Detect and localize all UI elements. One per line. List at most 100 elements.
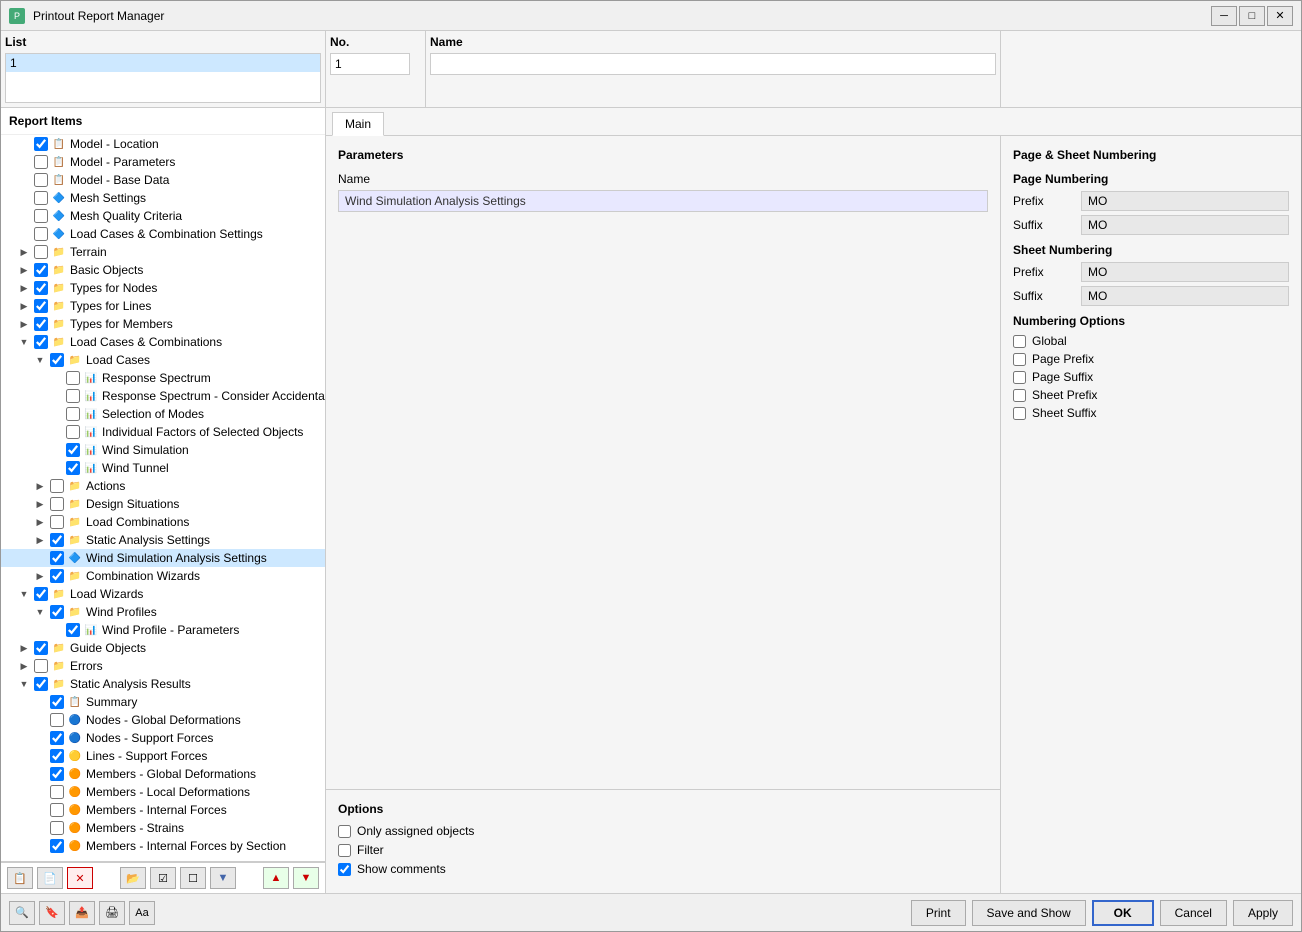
tree-item-terrain[interactable]: ▶ 📁 Terrain — [1, 243, 325, 261]
tree-item-wind-tunnel[interactable]: 📊 Wind Tunnel — [1, 459, 325, 477]
tree-item-types-lines[interactable]: ▶ 📁 Types for Lines — [1, 297, 325, 315]
tree-item-basic-objects[interactable]: ▶ 📁 Basic Objects — [1, 261, 325, 279]
tree-item-load-wizards[interactable]: ▼ 📁 Load Wizards — [1, 585, 325, 603]
cb-response-spectrum[interactable] — [66, 371, 80, 385]
close-button[interactable]: ✕ — [1267, 6, 1293, 26]
cb-members-global-def[interactable] — [50, 767, 64, 781]
tree-item-mesh-quality[interactable]: 🔷 Mesh Quality Criteria — [1, 207, 325, 225]
maximize-button[interactable]: □ — [1239, 6, 1265, 26]
tree-container[interactable]: 📋 Model - Location 📋 Model - Parameters — [1, 135, 325, 862]
cb-selection-modes[interactable] — [66, 407, 80, 421]
tree-item-members-internal-forces[interactable]: 🟠 Members - Internal Forces — [1, 801, 325, 819]
cb-guide-objects[interactable] — [34, 641, 48, 655]
expander-actions[interactable]: ▶ — [33, 479, 47, 493]
cb-filter[interactable] — [338, 844, 351, 857]
cb-load-wizards[interactable] — [34, 587, 48, 601]
tree-item-types-members[interactable]: ▶ 📁 Types for Members — [1, 315, 325, 333]
cb-mesh-settings[interactable] — [34, 191, 48, 205]
tree-item-rs-accidental[interactable]: 📊 Response Spectrum - Consider Accidenta… — [1, 387, 325, 405]
tree-item-load-combinations[interactable]: ▶ 📁 Load Combinations — [1, 513, 325, 531]
cb-errors[interactable] — [34, 659, 48, 673]
tree-item-actions[interactable]: ▶ 📁 Actions — [1, 477, 325, 495]
expander-load-wizards[interactable]: ▼ — [17, 587, 31, 601]
save-and-show-button[interactable]: Save and Show — [972, 900, 1086, 926]
cb-load-cases[interactable] — [50, 353, 64, 367]
cb-wind-tunnel[interactable] — [66, 461, 80, 475]
cb-model-base-data[interactable] — [34, 173, 48, 187]
tree-item-errors[interactable]: ▶ 📁 Errors — [1, 657, 325, 675]
filter-button[interactable]: ▼ — [210, 867, 236, 889]
expander-types-lines[interactable]: ▶ — [17, 299, 31, 313]
print-settings-button[interactable]: 🖨 — [99, 901, 125, 925]
ok-button[interactable]: OK — [1092, 900, 1154, 926]
tree-item-guide-objects[interactable]: ▶ 📁 Guide Objects — [1, 639, 325, 657]
expander-basic-objects[interactable]: ▶ — [17, 263, 31, 277]
cb-wind-simulation-analysis[interactable] — [50, 551, 64, 565]
expander-wind-profiles[interactable]: ▼ — [33, 605, 47, 619]
expander-types-nodes[interactable]: ▶ — [17, 281, 31, 295]
cb-summary[interactable] — [50, 695, 64, 709]
check-all-button[interactable]: ☑ — [150, 867, 176, 889]
cb-types-nodes[interactable] — [34, 281, 48, 295]
tree-item-nodes-global-def[interactable]: 🔵 Nodes - Global Deformations — [1, 711, 325, 729]
cb-individual-factors[interactable] — [66, 425, 80, 439]
cb-show-comments[interactable] — [338, 863, 351, 876]
expander-combination-wizards[interactable]: ▶ — [33, 569, 47, 583]
cb-members-internal-by-section[interactable] — [50, 839, 64, 853]
expander-load-combinations[interactable]: ▶ — [33, 515, 47, 529]
tree-item-model-location[interactable]: 📋 Model - Location — [1, 135, 325, 153]
tree-item-load-cases[interactable]: ▼ 📁 Load Cases — [1, 351, 325, 369]
cb-model-location[interactable] — [34, 137, 48, 151]
tree-item-static-analysis-results[interactable]: ▼ 📁 Static Analysis Results — [1, 675, 325, 693]
cb-model-parameters[interactable] — [34, 155, 48, 169]
tree-item-design-situations[interactable]: ▶ 📁 Design Situations — [1, 495, 325, 513]
expander-static-analysis-results[interactable]: ▼ — [17, 677, 31, 691]
tree-item-members-local-def[interactable]: 🟠 Members - Local Deformations — [1, 783, 325, 801]
tree-item-types-nodes[interactable]: ▶ 📁 Types for Nodes — [1, 279, 325, 297]
number-input[interactable] — [330, 53, 410, 75]
cb-members-strains[interactable] — [50, 821, 64, 835]
cb-num-sheet-suffix[interactable] — [1013, 407, 1026, 420]
expand-all-button[interactable]: 📂 — [120, 867, 146, 889]
tree-item-selection-modes[interactable]: 📊 Selection of Modes — [1, 405, 325, 423]
name-input[interactable] — [430, 53, 996, 75]
tree-item-response-spectrum[interactable]: 📊 Response Spectrum — [1, 369, 325, 387]
cb-lines-support-forces[interactable] — [50, 749, 64, 763]
tree-item-summary[interactable]: 📋 Summary — [1, 693, 325, 711]
tree-item-members-strains[interactable]: 🟠 Members - Strains — [1, 819, 325, 837]
tree-item-nodes-support-forces[interactable]: 🔵 Nodes - Support Forces — [1, 729, 325, 747]
tree-item-lc-combo-settings[interactable]: 🔷 Load Cases & Combination Settings — [1, 225, 325, 243]
cb-design-situations[interactable] — [50, 497, 64, 511]
tab-main[interactable]: Main — [332, 112, 384, 136]
cb-num-page-prefix[interactable] — [1013, 353, 1026, 366]
cb-members-local-def[interactable] — [50, 785, 64, 799]
cancel-button[interactable]: Cancel — [1160, 900, 1227, 926]
cb-nodes-global-def[interactable] — [50, 713, 64, 727]
apply-button[interactable]: Apply — [1233, 900, 1293, 926]
move-down-button[interactable]: ▼ — [293, 867, 319, 889]
cb-types-members[interactable] — [34, 317, 48, 331]
expander-load-cases[interactable]: ▼ — [33, 353, 47, 367]
cb-load-combinations[interactable] — [50, 515, 64, 529]
expander-design-situations[interactable]: ▶ — [33, 497, 47, 511]
minimize-button[interactable]: ─ — [1211, 6, 1237, 26]
open-button[interactable]: 🔍 — [9, 901, 35, 925]
expander-terrain[interactable]: ▶ — [17, 245, 31, 259]
tree-item-wind-profiles[interactable]: ▼ 📁 Wind Profiles — [1, 603, 325, 621]
cb-mesh-quality[interactable] — [34, 209, 48, 223]
cb-num-page-suffix[interactable] — [1013, 371, 1026, 384]
list-item[interactable]: 1 — [6, 54, 320, 72]
cb-wind-simulation-lc[interactable] — [66, 443, 80, 457]
bookmark-button[interactable]: 🔖 — [39, 901, 65, 925]
cb-lc-combo-settings[interactable] — [34, 227, 48, 241]
cb-wind-profiles[interactable] — [50, 605, 64, 619]
cb-rs-accidental[interactable] — [66, 389, 80, 403]
tree-item-model-parameters[interactable]: 📋 Model - Parameters — [1, 153, 325, 171]
delete-list-button[interactable]: ✕ — [67, 867, 93, 889]
language-button[interactable]: Aa — [129, 901, 155, 925]
tree-item-mesh-settings[interactable]: 🔷 Mesh Settings — [1, 189, 325, 207]
tree-item-static-analysis-settings[interactable]: ▶ 📁 Static Analysis Settings — [1, 531, 325, 549]
cb-num-sheet-prefix[interactable] — [1013, 389, 1026, 402]
new-list-button[interactable]: 📄 — [37, 867, 63, 889]
move-up-button[interactable]: ▲ — [263, 867, 289, 889]
